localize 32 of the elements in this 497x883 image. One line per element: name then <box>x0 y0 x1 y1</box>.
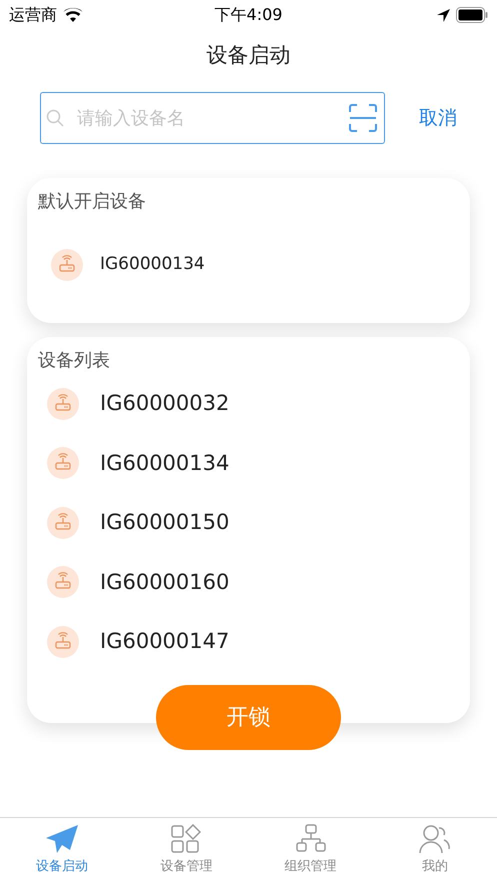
scan-icon[interactable] <box>349 104 377 132</box>
cancel-button[interactable]: 取消 <box>419 104 457 132</box>
router-icon <box>47 447 79 480</box>
device-name[interactable]: IG60000134 <box>100 252 205 278</box>
apps-icon <box>171 824 202 854</box>
hierarchy-icon <box>296 824 326 854</box>
router-icon <box>47 506 79 539</box>
device-name[interactable]: IG60000134 <box>100 448 230 479</box>
tab-bar-item[interactable]: 设备启动 <box>0 818 124 883</box>
carrier-name: 运营商 <box>9 4 57 26</box>
device-name[interactable]: IG60000150 <box>100 507 230 538</box>
paper-plane-icon <box>45 824 80 854</box>
page-title: 设备启动 <box>206 42 290 70</box>
location-arrow-icon <box>437 8 450 22</box>
tab-bar-item[interactable]: 设备管理 <box>124 818 248 883</box>
battery-icon <box>456 7 488 23</box>
router-icon <box>51 249 83 281</box>
section-title: 设备列表 <box>38 349 111 373</box>
wifi-icon <box>63 8 83 22</box>
device-name[interactable]: IG60000160 <box>100 566 230 598</box>
router-icon <box>47 566 79 598</box>
device-name[interactable]: IG60000032 <box>100 388 230 420</box>
router-icon <box>47 388 79 420</box>
search-field[interactable]: 请输入设备名 <box>40 92 385 144</box>
tab-bar-item[interactable]: 我的 <box>372 818 497 883</box>
tab-bar-item[interactable]: 组织管理 <box>248 818 373 883</box>
search-icon <box>46 109 64 127</box>
users-icon <box>418 824 451 854</box>
status-time: 下午4:09 <box>214 4 282 26</box>
section-title: 默认开启设备 <box>38 190 147 214</box>
router-icon <box>47 626 79 658</box>
device-name[interactable]: IG60000147 <box>100 626 230 658</box>
